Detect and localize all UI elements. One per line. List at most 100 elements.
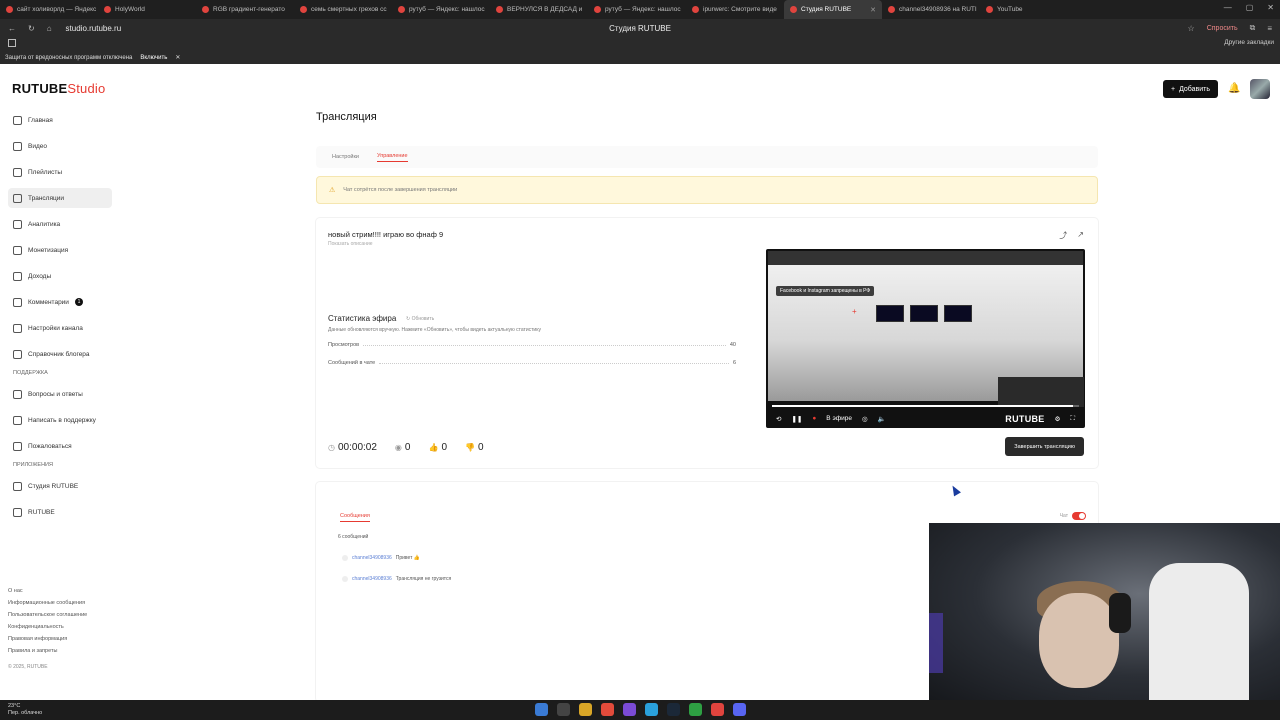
sidebar-item-channel-settings[interactable]: Настройки канала [8,318,112,338]
volume-icon[interactable]: 🔈 [878,415,886,423]
other-bookmarks[interactable]: Другие закладки [1224,39,1274,46]
footer-link[interactable]: Правила и запреты [8,645,87,657]
back-icon[interactable]: ← [8,24,16,33]
browser-tab[interactable]: сайт холиворлд — Яндекс [0,0,98,19]
browser-tab[interactable]: ВЕРНУЛСЯ В ДЕДСАД и [490,0,588,19]
sidebar-item-playlists[interactable]: Плейлисты [8,162,112,182]
video-icon [13,141,22,151]
tab-favicon-icon [594,6,601,13]
stat-views-row: Просмотров 40 [328,342,736,348]
external-link-icon[interactable]: ↗ [1077,230,1084,241]
browser-tab[interactable]: ipurwerc: Смотрите виде [686,0,784,19]
refresh-icon[interactable]: ↻ [28,24,35,33]
avatar[interactable] [1250,79,1270,99]
app-icon[interactable] [623,703,636,716]
plus-icon: + [852,307,857,316]
browser-tab[interactable]: рутуб — Яндекс: нашлос [392,0,490,19]
sidebar-item-faq[interactable]: Вопросы и ответы [8,384,112,404]
browser-tab-active[interactable]: Студия RUTUBE ✕ [784,0,882,19]
plus-icon: + [1170,85,1176,93]
rutube-studio-logo[interactable]: RUTUBEStudio [12,81,105,96]
footer-link[interactable]: Конфиденциальность [8,621,87,633]
browser-tab[interactable]: YouTube [980,0,1078,19]
footer-link[interactable]: Пользовательское соглашение [8,609,87,621]
chat-avatar [342,576,348,582]
infobar-close-icon[interactable]: ✕ [175,54,180,61]
tab-settings[interactable]: Настройки [332,154,359,160]
share-icon[interactable]: ⤴ [1059,230,1067,241]
sidebar-item-monetization[interactable]: Монетизация [8,240,112,260]
sidebar-item-report[interactable]: Пожаловаться [8,436,112,456]
sidebar-item-rutube-app[interactable]: RUTUBE [8,502,112,522]
sidebar-item-comments[interactable]: Комментарии 1 [8,292,112,312]
sidebar-item-home[interactable]: Главная [8,110,112,130]
chat-toggle[interactable] [1072,512,1086,520]
infobar-enable-button[interactable]: Включить [140,55,167,61]
live-counters: ◷ 00:00:02 ◉ 0 👍 0 👎 0 [328,442,484,453]
video-player[interactable]: Facebook и Instagram запрещены в РФ + ⟲ … [766,249,1085,428]
browser-tab[interactable]: рутуб — Яндекс: нашлос [588,0,686,19]
stream-title: новый стрим!!!! играю во фнаф 9 [328,230,444,239]
tab-management[interactable]: Управление [376,153,408,162]
footer-link[interactable]: О нас [8,585,87,597]
ask-button[interactable]: Спросить [1207,25,1238,32]
player-progress-bar[interactable] [772,405,1079,407]
sidebar-item-streams[interactable]: Трансляции [8,188,112,208]
discord-icon[interactable] [733,703,746,716]
search-icon[interactable] [557,703,570,716]
weather-widget[interactable]: 23°C Пер. облачно [8,703,42,717]
home-icon[interactable]: ⌂ [47,24,52,33]
live-indicator-icon: ● [812,415,817,422]
tab-messages[interactable]: Сообщения [340,513,370,522]
settings-gear-icon[interactable]: ⚙ [1055,415,1061,423]
support-section-title: ПОДДЕРЖКА [13,370,48,376]
show-description-link[interactable]: Показать описание [328,241,373,247]
bell-icon[interactable]: 🔔 [1228,83,1240,95]
skip-back-icon[interactable]: ⟲ [776,415,781,423]
tab-favicon-icon [398,6,405,13]
sidebar-item-video[interactable]: Видео [8,136,112,156]
refresh-stats-button[interactable]: ↻ Обновить [406,316,434,322]
play-pause-icon[interactable]: ❚❚ [791,415,802,423]
mail-icon [13,415,22,425]
extensions-icon[interactable]: ⧉ [1250,23,1256,33]
page-title: Трансляция [316,111,377,123]
browser-tab[interactable]: channel34908936 на RUTI [882,0,980,19]
footer-link[interactable]: Правовая информация [8,633,87,645]
sidebar-item-blogger-guide[interactable]: Справочник блогера [8,344,112,364]
thumb-up-icon: 👍 [428,443,439,452]
chrome-icon[interactable] [711,703,724,716]
url-field[interactable]: studio.rutube.ru [66,24,122,33]
browser-tab[interactable]: семь смертных грехов сс [294,0,392,19]
sidebar-item-income[interactable]: Доходы [8,266,112,286]
player-controls: ⟲ ❚❚ ● В эфире ◎ 🔈 RUTUBE ⚙ ⛶ [766,409,1085,428]
close-window-icon[interactable]: ✕ [1267,3,1274,12]
fullscreen-icon[interactable]: ⛶ [1070,415,1075,423]
tab-favicon-icon [888,6,895,13]
browser-tab[interactable]: HolyWorld [98,0,196,19]
sidebar-item-contact-support[interactable]: Написать в поддержку [8,410,112,430]
security-infobar: Защита от вредоносных программ отключена… [0,51,1280,64]
yandex-browser-icon[interactable] [601,703,614,716]
sidebar-item-analytics[interactable]: Аналитика [8,214,112,234]
browser-tab[interactable]: RGB градиент-генерато [196,0,294,19]
add-button[interactable]: + Добавить [1162,80,1218,98]
apps-icon[interactable] [8,39,16,47]
start-icon[interactable] [535,703,548,716]
rewind-icon[interactable]: ◎ [862,415,868,423]
close-tab-icon[interactable]: ✕ [870,6,876,14]
minimize-icon[interactable]: — [1224,3,1232,12]
menu-icon[interactable]: ≡ [1267,24,1272,33]
folder-icon[interactable] [579,703,592,716]
steam-icon[interactable] [667,703,680,716]
footer-link[interactable]: Информационные сообщения [8,597,87,609]
finish-stream-button[interactable]: Завершить трансляцию [1005,437,1084,456]
stats-title: Статистика эфира [328,314,397,323]
sidebar-item-studio-app[interactable]: Студия RUTUBE [8,476,112,496]
xbox-icon[interactable] [689,703,702,716]
telegram-icon[interactable] [645,703,658,716]
maximize-icon[interactable]: ▢ [1246,3,1254,12]
comment-icon [13,297,22,307]
eye-icon: ◉ [394,443,402,452]
bookmark-icon[interactable]: ☆ [1188,24,1195,33]
